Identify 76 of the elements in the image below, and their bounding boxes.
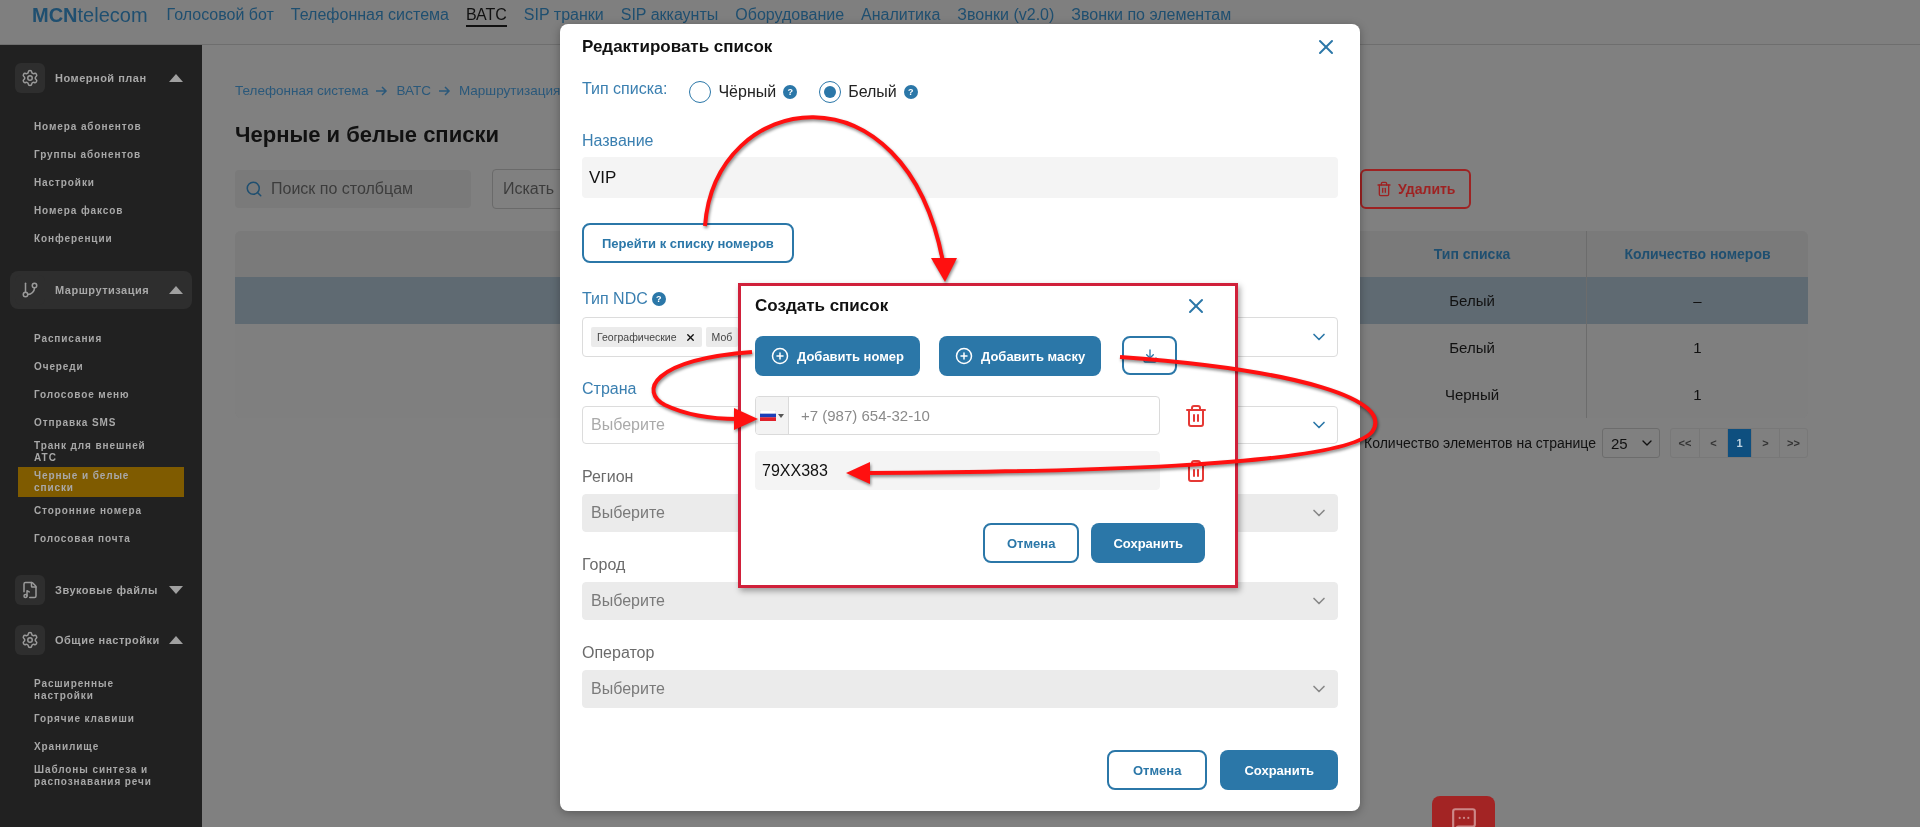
flag-dropdown[interactable] (756, 397, 789, 434)
help-icon[interactable]: ? (783, 85, 798, 99)
sidebar-item[interactable]: Расписания (18, 325, 184, 353)
download-button[interactable] (1122, 336, 1178, 375)
sidebar-item[interactable]: Номера факсов (18, 197, 184, 225)
save-button[interactable]: Сохранить (1220, 750, 1338, 790)
sidebar-item[interactable]: Горячие клавиши (18, 705, 184, 733)
sidebar-group[interactable]: Общие настройки (10, 621, 192, 659)
sidebar-item[interactable]: Черные и белые списки (18, 467, 184, 497)
phone-field[interactable]: +7 (987) 654-32-10 (755, 396, 1160, 435)
plus-circle-icon (955, 347, 973, 365)
field-label: Регион (582, 468, 634, 486)
sidebar-item[interactable]: Сторонние номера (18, 497, 184, 525)
help-icon[interactable]: ? (651, 292, 666, 306)
cancel-button[interactable]: Отмена (1106, 750, 1208, 790)
sidebar-item[interactable]: Хранилище (18, 733, 184, 761)
sidebar-item[interactable]: Очереди (18, 353, 184, 381)
caret-icon (778, 413, 784, 418)
sidebar-item[interactable]: Отправка SMS (18, 409, 184, 437)
help-icon[interactable]: ? (903, 85, 918, 99)
search-field[interactable]: Поиск по столбцам (235, 170, 471, 208)
mask-field[interactable]: 79XX383 (755, 451, 1160, 490)
add-number-button[interactable]: Добавить номер (755, 336, 920, 376)
dialog-title: Редактировать список (582, 37, 773, 57)
radio-label[interactable]: Белый (848, 83, 897, 101)
field-label: Тип списка: (582, 80, 668, 98)
ndc-tag: Моб (705, 327, 739, 347)
chat-icon (1450, 806, 1477, 827)
plus-circle-icon (771, 347, 789, 365)
sidebar-item[interactable]: Голосовая почта (18, 525, 184, 553)
dialog-title: Создать список (755, 296, 889, 316)
sidebar-item[interactable]: Конференции (18, 225, 184, 253)
sidebar-item[interactable]: Группы абонентов (18, 141, 184, 169)
sidebar-group[interactable]: Маршрутизация (10, 271, 192, 309)
page-button[interactable]: >> (1779, 429, 1807, 457)
cancel-button[interactable]: Отмена (982, 523, 1080, 563)
field-label: Город (582, 556, 626, 574)
trash-icon (1376, 181, 1392, 197)
field-label: Оператор (582, 644, 655, 662)
sidebar-item[interactable]: Номера абонентов (18, 113, 184, 141)
page-button[interactable]: > (1751, 429, 1779, 457)
field-label: Тип NDC (582, 290, 648, 308)
page-size-select[interactable]: 25 (1602, 428, 1660, 458)
page-title: Черные и белые списки (235, 122, 499, 148)
download-icon (1141, 347, 1158, 364)
go-to-numbers-button[interactable]: Перейти к списку номеров (582, 223, 794, 263)
sidebar-item[interactable]: Настройки (18, 169, 184, 197)
ndc-tag: Географические (591, 327, 702, 347)
gear-icon (15, 63, 45, 93)
remove-icon[interactable] (684, 331, 696, 343)
delete-entry-button[interactable] (1184, 403, 1208, 428)
sidebar-group[interactable]: Номерной план (10, 59, 192, 97)
page-size-label: Количество элементов на странице (1364, 435, 1596, 451)
search-icon (245, 180, 263, 198)
nav-link[interactable]: ВАТС (465, 5, 507, 27)
sidebar-item[interactable]: Голосовое меню (18, 381, 184, 409)
arrow-right-icon (376, 85, 389, 96)
sidebar-item[interactable]: Транк для внешней АТС (18, 437, 184, 467)
sidebar-item[interactable]: Расширенные настройки (18, 675, 184, 705)
field-label: Название (582, 132, 654, 150)
page-button[interactable]: << (1671, 429, 1699, 457)
name-field[interactable]: VIP (582, 157, 1338, 198)
sidebar-group[interactable]: Звуковые файлы (10, 571, 192, 609)
radio-label[interactable]: Чёрный (718, 83, 777, 101)
save-button[interactable]: Сохранить (1091, 523, 1205, 563)
page-button[interactable]: 1 (1727, 429, 1751, 457)
trash-icon (1184, 403, 1208, 428)
field-label: Страна (582, 380, 637, 398)
gear-icon (15, 625, 45, 655)
flag-icon (760, 410, 776, 421)
music-file-icon (15, 575, 45, 605)
add-mask-button[interactable]: Добавить маску (939, 336, 1102, 376)
table-cell: – (1586, 277, 1808, 324)
table-cell: Белый (1357, 277, 1586, 324)
arrow-right-icon (438, 85, 451, 96)
sidebar-item[interactable]: Шаблоны синтеза и распознавания речи (18, 761, 184, 791)
